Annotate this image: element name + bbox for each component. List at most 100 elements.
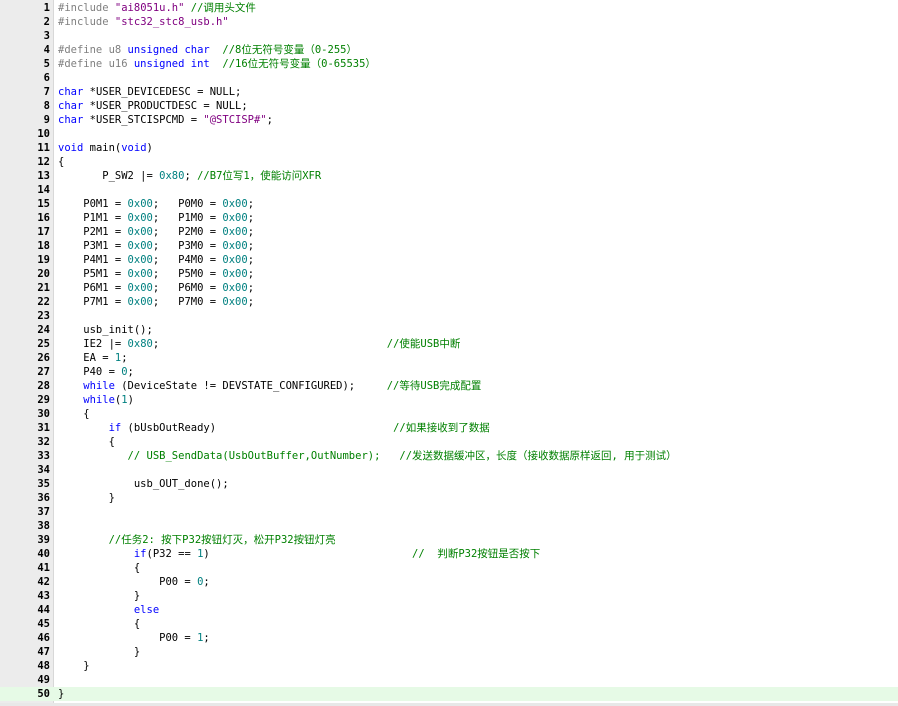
code-lines[interactable]: 1 #include "ai8051u.h" //调用头文件 2 #include "… — [0, 1, 898, 701]
code-line[interactable]: 2 #include "stc32_stc8_usb.h" — [0, 15, 898, 29]
line-code[interactable]: P3M1 = 0x00; P3M0 = 0x00; — [58, 239, 254, 253]
line-code[interactable]: P5M1 = 0x00; P5M0 = 0x00; — [58, 267, 254, 281]
line-code[interactable]: char *USER_PRODUCTDESC = NULL; — [58, 99, 248, 113]
code-line[interactable]: 38 — [0, 519, 898, 533]
code-line[interactable]: 34 — [0, 463, 898, 477]
code-line[interactable]: 23 — [0, 309, 898, 323]
code-line[interactable]: 36 } — [0, 491, 898, 505]
code-editor[interactable]: 1 #include "ai8051u.h" //调用头文件 2 #include "… — [0, 0, 898, 706]
code-line[interactable]: 14 — [0, 183, 898, 197]
code-line[interactable]: 37 — [0, 505, 898, 519]
line-code[interactable]: P00 = 1; — [58, 631, 210, 645]
line-code[interactable]: //任务2: 按下P32按钮灯灭，松开P32按钮灯亮 — [58, 533, 336, 547]
line-code[interactable]: IE2 |= 0x80; //使能USB中断 — [58, 337, 460, 351]
code-line[interactable]: 13 P_SW2 |= 0x80; //B7位写1，使能访问XFR — [0, 169, 898, 183]
line-code[interactable]: #define u8 unsigned char //8位无符号变量（0-255… — [58, 43, 357, 57]
code-line[interactable]: 50} — [0, 687, 898, 701]
line-code[interactable]: EA = 1; — [58, 351, 127, 365]
code-line[interactable]: 8 char *USER_PRODUCTDESC = NULL; — [0, 99, 898, 113]
code-line[interactable]: 25 IE2 |= 0x80; //使能USB中断 — [0, 337, 898, 351]
line-code[interactable]: // USB_SendData(UsbOutBuffer,OutNumber);… — [58, 449, 677, 463]
line-code[interactable]: { — [58, 617, 140, 631]
code-line[interactable]: 40 if(P32 == 1) // 判断P32按钮是否按下 — [0, 547, 898, 561]
line-code[interactable]: } — [58, 687, 64, 701]
code-token: (P32 == — [146, 548, 198, 560]
line-code[interactable]: char *USER_DEVICEDESC = NULL; — [58, 85, 241, 99]
line-code[interactable]: P2M1 = 0x00; P2M0 = 0x00; — [58, 225, 254, 239]
line-code[interactable]: #define u16 unsigned int //16位无符号变量（0-65… — [58, 57, 376, 71]
code-token: char — [58, 114, 84, 126]
code-line[interactable]: 39 //任务2: 按下P32按钮灯灭，松开P32按钮灯亮 — [0, 533, 898, 547]
line-code[interactable]: P_SW2 |= 0x80; //B7位写1，使能访问XFR — [58, 169, 321, 183]
line-code[interactable]: char *USER_STCISPCMD = "@STCISP#"; — [58, 113, 273, 127]
code-line[interactable]: 18 P3M1 = 0x00; P3M0 = 0x00; — [0, 239, 898, 253]
code-line[interactable]: 46 P00 = 1; — [0, 631, 898, 645]
line-code[interactable]: void main(void) — [58, 141, 153, 155]
line-code[interactable]: } — [58, 589, 140, 603]
code-line[interactable]: 47 } — [0, 645, 898, 659]
line-code[interactable]: P6M1 = 0x00; P6M0 = 0x00; — [58, 281, 254, 295]
code-line[interactable]: 11 void main(void) — [0, 141, 898, 155]
code-token: } — [58, 688, 65, 700]
code-line[interactable]: 10 — [0, 127, 898, 141]
code-line[interactable]: 20 P5M1 = 0x00; P5M0 = 0x00; — [0, 267, 898, 281]
line-code[interactable]: P1M1 = 0x00; P1M0 = 0x00; — [58, 211, 254, 225]
line-code[interactable]: P0M1 = 0x00; P0M0 = 0x00; — [58, 197, 254, 211]
code-line[interactable]: 9 char *USER_STCISPCMD = "@STCISP#"; — [0, 113, 898, 127]
line-code[interactable]: { — [58, 435, 115, 449]
code-line[interactable]: 19 P4M1 = 0x00; P4M0 = 0x00; — [0, 253, 898, 267]
code-token: P1M1 = — [58, 212, 128, 224]
line-code[interactable]: #include "stc32_stc8_usb.h" — [58, 15, 229, 29]
line-code[interactable]: { — [58, 155, 64, 169]
code-line[interactable]: 30 { — [0, 407, 898, 421]
code-line[interactable]: 26 EA = 1; — [0, 351, 898, 365]
line-code[interactable]: P40 = 0; — [58, 365, 134, 379]
code-line[interactable]: 17 P2M1 = 0x00; P2M0 = 0x00; — [0, 225, 898, 239]
line-code[interactable]: usb_OUT_done(); — [58, 477, 229, 491]
code-line[interactable]: 43 } — [0, 589, 898, 603]
code-line[interactable]: 15 P0M1 = 0x00; P0M0 = 0x00; — [0, 197, 898, 211]
code-line[interactable]: 16 P1M1 = 0x00; P1M0 = 0x00; — [0, 211, 898, 225]
line-code[interactable]: } — [58, 491, 115, 505]
code-line[interactable]: 6 — [0, 71, 898, 85]
line-code[interactable]: { — [58, 561, 140, 575]
code-token: 0x00 — [222, 198, 248, 210]
line-code[interactable]: #include "ai8051u.h" //调用头文件 — [58, 1, 256, 15]
line-code[interactable]: if (bUsbOutReady) //如果接收到了数据 — [58, 421, 490, 435]
line-code[interactable]: P00 = 0; — [58, 575, 210, 589]
code-line[interactable]: 45 { — [0, 617, 898, 631]
code-line[interactable]: 48 } — [0, 659, 898, 673]
line-code[interactable]: if(P32 == 1) // 判断P32按钮是否按下 — [58, 547, 540, 561]
code-line[interactable]: 35 usb_OUT_done(); — [0, 477, 898, 491]
line-code[interactable]: } — [58, 645, 140, 659]
line-code[interactable]: } — [58, 659, 89, 673]
line-code[interactable]: P7M1 = 0x00; P7M0 = 0x00; — [58, 295, 254, 309]
code-line[interactable]: 33 // USB_SendData(UsbOutBuffer,OutNumbe… — [0, 449, 898, 463]
code-line[interactable]: 28 while (DeviceState != DEVSTATE_CONFIG… — [0, 379, 898, 393]
line-code[interactable]: else — [58, 603, 159, 617]
code-line[interactable]: 22 P7M1 = 0x00; P7M0 = 0x00; — [0, 295, 898, 309]
code-line[interactable]: 42 P00 = 0; — [0, 575, 898, 589]
code-line[interactable]: 5 #define u16 unsigned int //16位无符号变量（0-6… — [0, 57, 898, 71]
code-line[interactable]: 41 { — [0, 561, 898, 575]
code-line[interactable]: 32 { — [0, 435, 898, 449]
line-code[interactable]: P4M1 = 0x00; P4M0 = 0x00; — [58, 253, 254, 267]
line-code[interactable]: while(1) — [58, 393, 134, 407]
code-token: //等待USB完成配置 — [386, 380, 482, 392]
code-line[interactable]: 1 #include "ai8051u.h" //调用头文件 — [0, 1, 898, 15]
code-line[interactable]: 44 else — [0, 603, 898, 617]
code-line[interactable]: 31 if (bUsbOutReady) //如果接收到了数据 — [0, 421, 898, 435]
code-line[interactable]: 7 char *USER_DEVICEDESC = NULL; — [0, 85, 898, 99]
code-line[interactable]: 3 — [0, 29, 898, 43]
code-line[interactable]: 12 { — [0, 155, 898, 169]
code-line[interactable]: 49 — [0, 673, 898, 687]
line-code[interactable]: while (DeviceState != DEVSTATE_CONFIGURE… — [58, 379, 481, 393]
line-code[interactable]: usb_init(); — [58, 323, 153, 337]
code-line[interactable]: 24 usb_init(); — [0, 323, 898, 337]
code-line[interactable]: 4 #define u8 unsigned char //8位无符号变量（0-25… — [0, 43, 898, 57]
code-line[interactable]: 29 while(1) — [0, 393, 898, 407]
code-line[interactable]: 21 P6M1 = 0x00; P6M0 = 0x00; — [0, 281, 898, 295]
code-line[interactable]: 27 P40 = 0; — [0, 365, 898, 379]
line-code[interactable]: { — [58, 407, 89, 421]
code-token: } — [58, 590, 141, 602]
